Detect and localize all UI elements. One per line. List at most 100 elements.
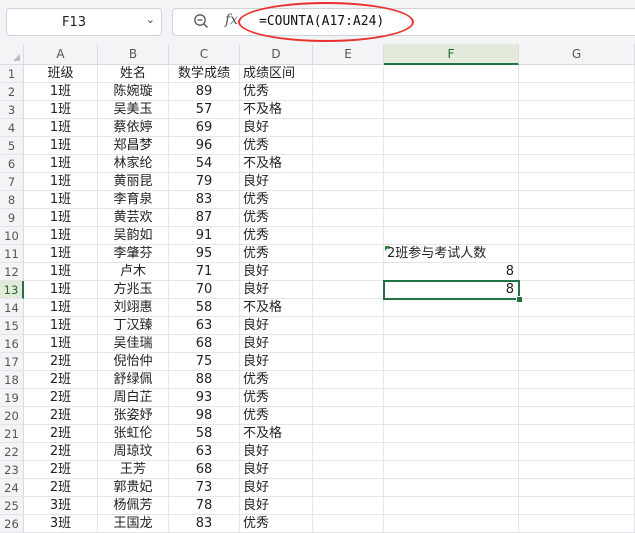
data-cell[interactable]: 89 bbox=[169, 83, 240, 101]
cell[interactable] bbox=[519, 407, 635, 425]
row-header-16[interactable]: 16 bbox=[0, 335, 24, 353]
row-header-20[interactable]: 20 bbox=[0, 407, 24, 425]
fill-handle[interactable] bbox=[516, 296, 523, 303]
data-cell[interactable]: 不及格 bbox=[240, 101, 313, 119]
data-cell[interactable]: 良好 bbox=[240, 119, 313, 137]
data-cell[interactable]: 87 bbox=[169, 209, 240, 227]
data-cell[interactable]: 蔡依婷 bbox=[98, 119, 169, 137]
data-cell[interactable]: 优秀 bbox=[240, 137, 313, 155]
select-all-corner[interactable] bbox=[0, 44, 24, 65]
cell[interactable] bbox=[519, 317, 635, 335]
data-cell[interactable]: 吴美玉 bbox=[98, 101, 169, 119]
cell[interactable] bbox=[313, 317, 384, 335]
cell[interactable] bbox=[519, 299, 635, 317]
cell[interactable] bbox=[519, 461, 635, 479]
cell[interactable] bbox=[384, 443, 519, 461]
data-cell[interactable]: 54 bbox=[169, 155, 240, 173]
chevron-down-icon[interactable]: ⌄ bbox=[146, 13, 155, 26]
data-cell[interactable]: 良好 bbox=[240, 335, 313, 353]
cell[interactable] bbox=[519, 119, 635, 137]
data-cell[interactable]: 95 bbox=[169, 245, 240, 263]
cell[interactable] bbox=[384, 65, 519, 83]
data-cell[interactable]: 王国龙 bbox=[98, 515, 169, 533]
data-cell[interactable]: 58 bbox=[169, 425, 240, 443]
data-cell[interactable]: 陈婉璇 bbox=[98, 83, 169, 101]
header-cell[interactable]: 班级 bbox=[24, 65, 98, 83]
data-cell[interactable]: 1班 bbox=[24, 83, 98, 101]
cell[interactable] bbox=[384, 119, 519, 137]
cell[interactable] bbox=[519, 497, 635, 515]
data-cell[interactable]: 郑昌梦 bbox=[98, 137, 169, 155]
data-cell[interactable]: 1班 bbox=[24, 335, 98, 353]
data-cell[interactable]: 良好 bbox=[240, 263, 313, 281]
cell[interactable] bbox=[384, 515, 519, 533]
row-header-9[interactable]: 9 bbox=[0, 209, 24, 227]
data-cell[interactable]: 黄丽昆 bbox=[98, 173, 169, 191]
cell[interactable] bbox=[313, 83, 384, 101]
fx-icon[interactable]: fx bbox=[225, 12, 238, 28]
cell[interactable] bbox=[519, 83, 635, 101]
data-cell[interactable]: 优秀 bbox=[240, 389, 313, 407]
cell[interactable] bbox=[313, 281, 384, 299]
data-cell[interactable]: 2班 bbox=[24, 443, 98, 461]
data-cell[interactable]: 方兆玉 bbox=[98, 281, 169, 299]
cell[interactable] bbox=[313, 407, 384, 425]
row-header-22[interactable]: 22 bbox=[0, 443, 24, 461]
data-cell[interactable]: 优秀 bbox=[240, 227, 313, 245]
cell[interactable] bbox=[519, 263, 635, 281]
cell[interactable] bbox=[519, 389, 635, 407]
data-cell[interactable]: 2班 bbox=[24, 479, 98, 497]
cell[interactable] bbox=[384, 101, 519, 119]
row-header-3[interactable]: 3 bbox=[0, 101, 24, 119]
data-cell[interactable]: 69 bbox=[169, 119, 240, 137]
data-cell[interactable]: 优秀 bbox=[240, 371, 313, 389]
data-cell[interactable]: 63 bbox=[169, 317, 240, 335]
name-box[interactable]: F13 ⌄ bbox=[6, 8, 162, 36]
data-cell[interactable]: 79 bbox=[169, 173, 240, 191]
data-cell[interactable]: 1班 bbox=[24, 173, 98, 191]
data-cell[interactable]: 优秀 bbox=[240, 191, 313, 209]
cell[interactable] bbox=[313, 263, 384, 281]
cell[interactable] bbox=[313, 389, 384, 407]
cell[interactable] bbox=[313, 335, 384, 353]
data-cell[interactable]: 良好 bbox=[240, 461, 313, 479]
cell[interactable] bbox=[519, 479, 635, 497]
data-cell[interactable]: 71 bbox=[169, 263, 240, 281]
data-cell[interactable]: 不及格 bbox=[240, 155, 313, 173]
row-header-1[interactable]: 1 bbox=[0, 65, 24, 83]
cell[interactable] bbox=[384, 425, 519, 443]
data-cell[interactable]: 88 bbox=[169, 371, 240, 389]
row-header-13[interactable]: 13 bbox=[0, 281, 24, 299]
data-cell[interactable]: 良好 bbox=[240, 317, 313, 335]
cell[interactable] bbox=[519, 101, 635, 119]
column-header-c[interactable]: C bbox=[169, 44, 240, 65]
row-header-15[interactable]: 15 bbox=[0, 317, 24, 335]
data-cell[interactable]: 卢木 bbox=[98, 263, 169, 281]
data-cell[interactable]: 良好 bbox=[240, 173, 313, 191]
cell[interactable] bbox=[313, 515, 384, 533]
cell[interactable] bbox=[313, 461, 384, 479]
cell[interactable] bbox=[384, 371, 519, 389]
data-cell[interactable]: 林家纶 bbox=[98, 155, 169, 173]
data-cell[interactable]: 张虹伦 bbox=[98, 425, 169, 443]
cell[interactable] bbox=[384, 299, 519, 317]
row-header-26[interactable]: 26 bbox=[0, 515, 24, 533]
cell[interactable] bbox=[384, 191, 519, 209]
header-cell[interactable]: 成绩区间 bbox=[240, 65, 313, 83]
data-cell[interactable]: 2班 bbox=[24, 371, 98, 389]
cell[interactable] bbox=[313, 299, 384, 317]
cell[interactable] bbox=[313, 191, 384, 209]
data-cell[interactable]: 1班 bbox=[24, 101, 98, 119]
cell-f13-value[interactable]: 8 bbox=[384, 281, 519, 299]
cell[interactable] bbox=[384, 155, 519, 173]
cell[interactable] bbox=[313, 101, 384, 119]
formula-input-area[interactable]: fx =COUNTA(A17:A24) bbox=[172, 8, 635, 36]
data-cell[interactable]: 良好 bbox=[240, 497, 313, 515]
column-header-a[interactable]: A bbox=[24, 44, 98, 65]
data-cell[interactable]: 倪怡仲 bbox=[98, 353, 169, 371]
data-cell[interactable]: 78 bbox=[169, 497, 240, 515]
cell[interactable] bbox=[519, 425, 635, 443]
data-cell[interactable]: 刘翊惠 bbox=[98, 299, 169, 317]
cell-f11-label[interactable]: 2班参与考试人数 bbox=[384, 245, 519, 263]
column-header-f[interactable]: F bbox=[384, 44, 519, 65]
